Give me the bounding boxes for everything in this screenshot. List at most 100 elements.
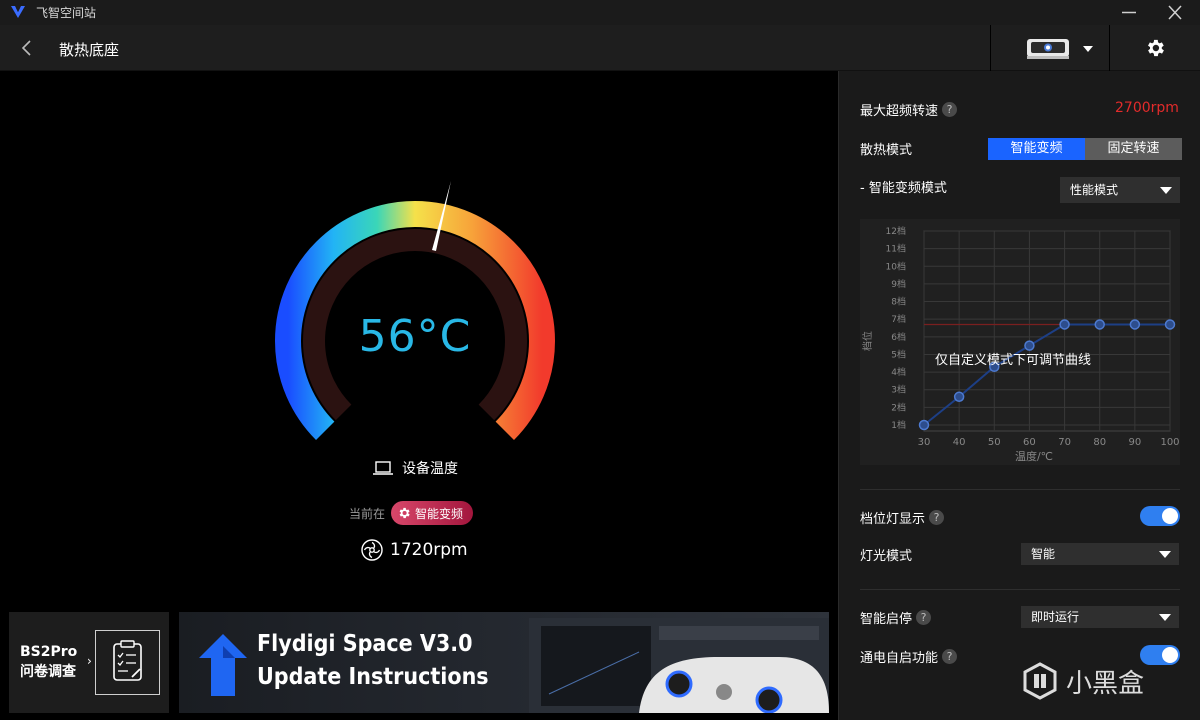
gear-light-row: 档位灯显示 ? bbox=[860, 508, 945, 527]
y-tick-label: 5档 bbox=[891, 348, 906, 360]
y-tick-label: 10档 bbox=[886, 260, 906, 272]
clipboard-icon bbox=[113, 640, 142, 681]
caret-down-icon bbox=[1160, 187, 1172, 194]
survey-card[interactable]: BS2Pro 问卷调查 › bbox=[9, 612, 169, 713]
fan-curve-svg: 1档 2档 3档 4档 5档 6档 7档 8档 9档 10档 11档 12档 30 40 50 60 70 80 9… bbox=[861, 225, 1180, 463]
x-tick-label: 30 bbox=[918, 437, 931, 448]
light-mode-label: 灯光模式 bbox=[860, 549, 913, 564]
y-tick-label: 11档 bbox=[886, 243, 906, 255]
divider bbox=[860, 489, 1180, 490]
main-panel: 56°C 设备温度 当前在 智能变频 1720rpm BS2Pro 问卷调查 › bbox=[0, 71, 838, 720]
y-axis-label: 档位 bbox=[861, 331, 874, 351]
power-on-label: 通电自启功能 bbox=[860, 651, 939, 666]
flydigi-arrow-logo-icon bbox=[199, 634, 247, 696]
help-icon[interactable]: ? bbox=[916, 610, 932, 625]
page-header: 散热底座 bbox=[0, 25, 1200, 71]
x-tick-label: 50 bbox=[988, 437, 1001, 448]
x-tick-label: 90 bbox=[1128, 437, 1141, 448]
help-icon[interactable]: ? bbox=[929, 510, 945, 525]
divider bbox=[860, 589, 1180, 590]
y-tick-label: 6档 bbox=[891, 331, 906, 343]
fan-curve-point bbox=[918, 419, 930, 431]
temperature-value: 56°C bbox=[358, 311, 472, 362]
gear-light-label: 档位灯显示 bbox=[860, 512, 926, 527]
smart-start-value: 即时运行 bbox=[1031, 610, 1080, 624]
y-tick-label: 9档 bbox=[891, 278, 906, 290]
fan-rpm-value: 1720rpm bbox=[390, 540, 468, 560]
power-on-row: 通电自启功能 ? bbox=[860, 647, 958, 666]
fan-curve-chart: 1档 2档 3档 4档 5档 6档 7档 8档 9档 10档 11档 12档 30 40 50 60 70 80 9… bbox=[860, 219, 1180, 465]
mode-gear-icon bbox=[399, 507, 410, 519]
x-tick-label: 100 bbox=[1160, 437, 1179, 448]
page-title: 散热底座 bbox=[59, 41, 120, 59]
light-mode-dropdown[interactable]: 智能 bbox=[1021, 543, 1179, 565]
x-tick-label: 60 bbox=[1023, 437, 1036, 448]
current-mode-badge: 智能变频 bbox=[391, 501, 474, 525]
caret-down-icon bbox=[1159, 614, 1171, 621]
cooling-mode-switch: 智能变频 固定转速 bbox=[988, 138, 1182, 160]
power-on-toggle[interactable] bbox=[1140, 645, 1180, 665]
xiaoheihe-logo-icon bbox=[1023, 662, 1057, 700]
y-tick-label: 2档 bbox=[891, 401, 906, 413]
y-tick-label: 7档 bbox=[891, 313, 906, 325]
current-mode-row: 当前在 智能变频 bbox=[349, 501, 474, 525]
laptop-icon bbox=[373, 461, 393, 475]
fan-curve-point bbox=[1164, 319, 1176, 330]
help-icon[interactable]: ? bbox=[942, 102, 958, 117]
fan-curve-point bbox=[1129, 319, 1141, 330]
smart-mode-label: - 智能变频模式 bbox=[860, 181, 947, 196]
watermark: 小黑盒 bbox=[1020, 656, 1144, 706]
gear-light-toggle[interactable] bbox=[1140, 506, 1180, 526]
survey-icon-frame bbox=[95, 630, 160, 695]
chart-annotation: 仅自定义模式下可调节曲线 bbox=[935, 353, 1092, 368]
minimize-button[interactable] bbox=[1106, 0, 1152, 25]
y-tick-label: 8档 bbox=[891, 296, 906, 308]
smart-start-row: 智能启停 ? bbox=[860, 608, 932, 627]
settings-panel: 最大超频转速 ? 散热模式 智能变频 固定转速 - 智能变频模式 性能模式 1档… bbox=[838, 71, 1200, 720]
device-temperature-text: 设备温度 bbox=[402, 461, 458, 477]
fan-curve-point bbox=[1094, 319, 1105, 330]
y-tick-label: 4档 bbox=[891, 366, 906, 378]
y-tick-label: 3档 bbox=[891, 384, 906, 396]
fan-curve-point bbox=[953, 391, 965, 403]
survey-text: BS2Pro 问卷调查 bbox=[20, 642, 77, 682]
chevron-left-icon bbox=[21, 40, 31, 56]
help-icon[interactable]: ? bbox=[942, 649, 958, 664]
x-tick-label: 70 bbox=[1058, 437, 1071, 448]
close-icon bbox=[1168, 5, 1182, 20]
app-title: 飞智空间站 bbox=[36, 6, 97, 20]
update-banner[interactable]: Flydigi Space V3.0 Update Instructions bbox=[179, 612, 829, 713]
smart-start-label: 智能启停 bbox=[860, 612, 913, 627]
back-button[interactable] bbox=[14, 37, 40, 59]
minimize-icon bbox=[1122, 11, 1136, 14]
smart-mode-dropdown[interactable]: 性能模式 bbox=[1060, 177, 1180, 203]
y-tick-label: 12档 bbox=[886, 225, 906, 237]
fan-icon bbox=[361, 539, 383, 561]
device-selector[interactable] bbox=[990, 25, 1110, 71]
close-button[interactable] bbox=[1152, 0, 1198, 25]
x-axis-label: 温度/℃ bbox=[1015, 449, 1053, 463]
max-rpm-row: 最大超频转速 ? bbox=[860, 100, 958, 119]
device-temperature-label: 设备温度 bbox=[372, 457, 458, 479]
flydigi-logo-icon bbox=[11, 6, 25, 18]
watermark-text: 小黑盒 bbox=[1066, 668, 1145, 699]
x-tick-label: 40 bbox=[953, 437, 966, 448]
title-bar: 飞智空间站 bbox=[0, 0, 1200, 25]
banner-title-line1: Flydigi Space V3.0 bbox=[257, 631, 473, 657]
survey-arrow-icon: › bbox=[87, 654, 92, 668]
mode-smart-button[interactable]: 智能变频 bbox=[988, 138, 1085, 160]
chevron-down-icon bbox=[1083, 46, 1093, 52]
current-mode-text: 智能变频 bbox=[415, 506, 464, 521]
max-rpm-label: 最大超频转速 bbox=[860, 104, 939, 119]
cooling-mode-label: 散热模式 bbox=[860, 143, 913, 158]
controller-screenshot-image bbox=[529, 618, 829, 713]
survey-title: BS2Pro bbox=[20, 644, 78, 660]
fan-rpm-row: 1720rpm bbox=[360, 538, 468, 562]
settings-button[interactable] bbox=[1110, 25, 1200, 71]
y-tick-label: 1档 bbox=[891, 419, 906, 431]
mode-fixed-button[interactable]: 固定转速 bbox=[1085, 138, 1182, 160]
light-mode-value: 智能 bbox=[1031, 547, 1056, 561]
banner-title-line2: Update Instructions bbox=[257, 664, 489, 690]
smart-start-dropdown[interactable]: 即时运行 bbox=[1021, 606, 1179, 628]
current-mode-prefix: 当前在 bbox=[349, 506, 386, 521]
